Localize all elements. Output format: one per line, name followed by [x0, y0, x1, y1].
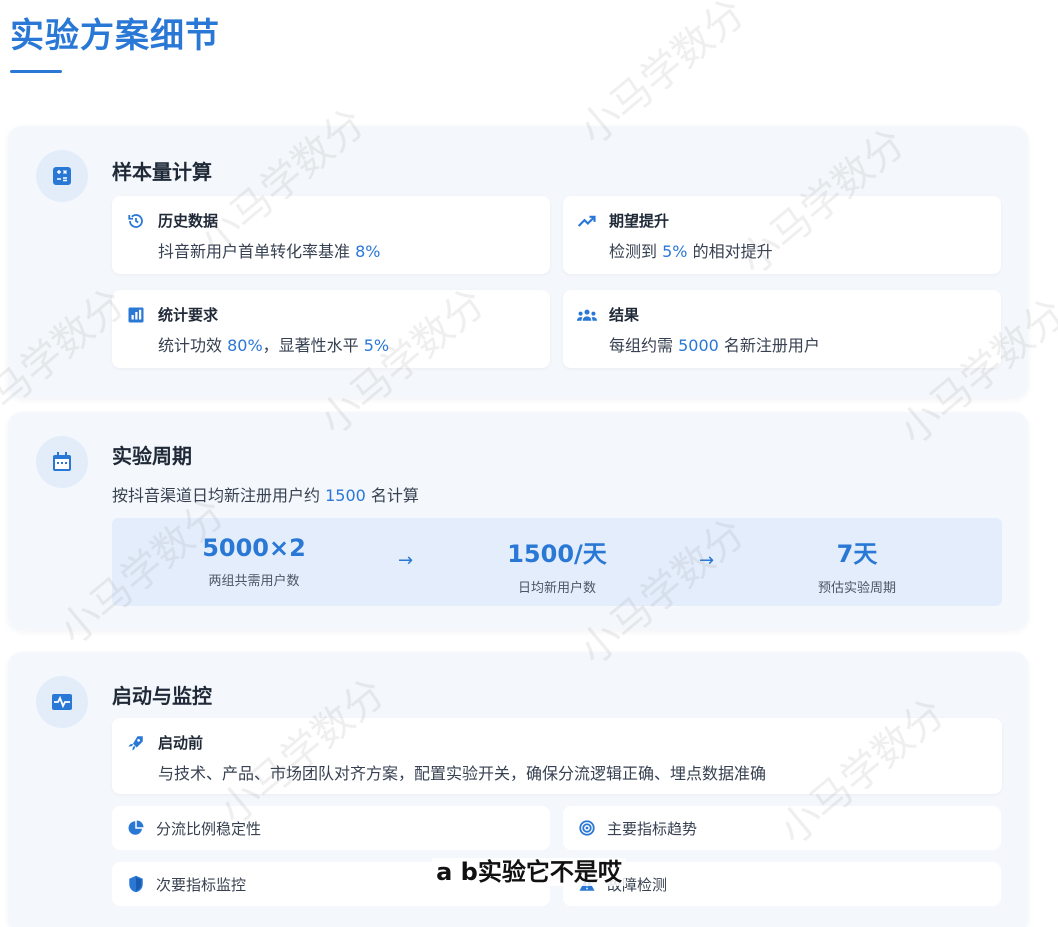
expected-card: 期望提升 检测到 5% 的相对提升 — [563, 196, 1001, 274]
expected-text: 检测到 5% 的相对提升 — [609, 242, 773, 261]
page-title: 实验方案细节 — [10, 16, 220, 56]
target-icon — [577, 818, 597, 838]
calendar-icon — [36, 436, 88, 488]
monitor-item: 分流比例稳定性 — [112, 806, 550, 850]
period-flow: 5000×2 两组共需用户数 → 1500/天 日均新用户数 → 7天 预估实验… — [112, 518, 1002, 606]
flow-step: 5000×2 两组共需用户数 — [202, 534, 306, 589]
flow-step: 1500/天 日均新用户数 — [507, 540, 607, 596]
stats-card: 统计要求 统计功效 80%，显著性水平 5% — [112, 290, 550, 368]
period-section: 实验周期 按抖音渠道日均新注册用户约 1500 名计算 5000×2 两组共需用… — [8, 412, 1028, 630]
pre-launch-text: 与技术、产品、市场团队对齐方案，配置实验开关，确保分流逻辑正确、埋点数据准确 — [158, 764, 767, 783]
history-card: 历史数据 抖音新用户首单转化率基准 8% — [112, 196, 550, 274]
arrow-right-icon: → — [699, 550, 715, 571]
history-icon — [126, 211, 146, 231]
result-title: 结果 — [609, 306, 640, 324]
calculator-icon — [36, 150, 88, 202]
pre-launch-title: 启动前 — [158, 734, 204, 752]
history-title: 历史数据 — [158, 212, 219, 230]
section-title: 实验周期 — [112, 444, 192, 468]
history-text: 抖音新用户首单转化率基准 8% — [158, 242, 381, 261]
bar-chart-icon — [126, 305, 146, 325]
pre-launch-card: 启动前 与技术、产品、市场团队对齐方案，配置实验开关，确保分流逻辑正确、埋点数据… — [112, 718, 1002, 794]
pulse-icon — [36, 676, 88, 728]
video-caption: a b实验它不是哎 — [0, 852, 1058, 887]
section-title: 启动与监控 — [112, 684, 212, 708]
trend-up-icon — [577, 211, 597, 231]
period-description: 按抖音渠道日均新注册用户约 1500 名计算 — [112, 486, 419, 505]
section-title: 样本量计算 — [112, 160, 212, 184]
stats-title: 统计要求 — [158, 306, 219, 324]
arrow-right-icon: → — [398, 550, 414, 571]
monitor-item: 主要指标趋势 — [563, 806, 1001, 850]
result-text: 每组约需 5000 名新注册用户 — [609, 336, 820, 355]
page: 实验方案细节 样本量计算 历史数据 抖音新用户首单转化率基准 8% 期望提升 检… — [0, 0, 1058, 927]
users-icon — [577, 305, 597, 325]
expected-title: 期望提升 — [609, 212, 670, 230]
stats-text: 统计功效 80%，显著性水平 5% — [158, 336, 390, 355]
sample-size-section: 样本量计算 历史数据 抖音新用户首单转化率基准 8% 期望提升 检测到 5% 的… — [8, 126, 1028, 398]
title-underline — [10, 70, 62, 73]
flow-step: 7天 预估实验周期 — [817, 540, 896, 596]
pie-chart-icon — [126, 818, 146, 838]
result-card: 结果 每组约需 5000 名新注册用户 — [563, 290, 1001, 368]
rocket-icon — [126, 733, 146, 753]
